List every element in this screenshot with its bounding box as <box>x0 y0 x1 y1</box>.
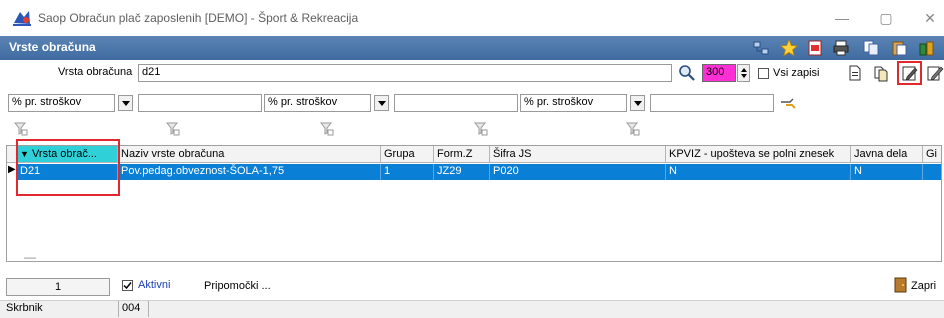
new-document-icon[interactable] <box>846 64 864 82</box>
table-cell[interactable]: JZ29 <box>434 164 490 180</box>
table-cell[interactable]: N <box>851 164 923 180</box>
data-grid: ▼ Vrsta obrač... Naziv vrste obračuna Gr… <box>6 145 942 262</box>
status-divider <box>118 301 119 317</box>
table-cell[interactable]: Pov.pedag.obveznost-ŠOLA-1,75 <box>118 164 381 180</box>
filter-combo-1-value: % pr. stroškov <box>12 96 82 108</box>
splitter-handle[interactable]: — <box>24 250 36 264</box>
filter-combo-3-value: % pr. stroškov <box>524 96 594 108</box>
column-header-kpviz[interactable]: KPVIZ - upošteva se polni znesek <box>666 146 851 163</box>
record-count-spinner[interactable] <box>737 64 750 82</box>
column-header-sifra-js[interactable]: Šifra JS <box>490 146 666 163</box>
copy-icon[interactable] <box>862 39 880 57</box>
active-label[interactable]: Aktivni <box>138 279 170 291</box>
column-header-grupa[interactable]: Grupa <box>381 146 434 163</box>
filter-input-3[interactable] <box>650 94 774 112</box>
column-header-form-z[interactable]: Form.Z <box>434 146 490 163</box>
filter-combo-3-arrow[interactable] <box>630 95 645 111</box>
status-divider <box>148 301 149 317</box>
close-panel-button[interactable]: Zapri <box>911 280 936 292</box>
books-icon[interactable] <box>918 39 936 57</box>
active-checkbox[interactable] <box>122 280 133 291</box>
edit-document-icon[interactable] <box>901 64 919 82</box>
filter-input-1[interactable] <box>138 94 262 112</box>
paste-icon[interactable] <box>890 39 908 57</box>
close-door-icon[interactable] <box>892 276 910 294</box>
table-cell[interactable]: 1 <box>381 164 434 180</box>
column-header-javna-dela[interactable]: Javna dela <box>851 146 923 163</box>
filter-input-2[interactable] <box>394 94 518 112</box>
status-label: Skrbnik <box>6 302 43 314</box>
record-count-value: 300 <box>706 66 725 78</box>
filter-combo-2-arrow[interactable] <box>374 95 389 111</box>
column-filter-icon[interactable] <box>474 122 488 136</box>
status-bar <box>0 300 944 318</box>
clear-filter-icon[interactable] <box>778 96 798 110</box>
column-header-naziv[interactable]: Naziv vrste obračuna <box>118 146 381 163</box>
record-count-input[interactable]: 300 <box>702 64 736 82</box>
filter-combo-2[interactable]: % pr. stroškov <box>264 94 371 112</box>
window-title: Saop Obračun plač zaposlenih [DEMO] - Šp… <box>38 11 359 25</box>
maximize-button[interactable]: ▢ <box>876 8 896 28</box>
filter-combo-3[interactable]: % pr. stroškov <box>520 94 627 112</box>
title-bar: Saop Obračun plač zaposlenih [DEMO] - Šp… <box>0 0 944 36</box>
search-icon[interactable] <box>678 64 696 82</box>
filter-combo-1[interactable]: % pr. stroškov <box>8 94 115 112</box>
table-cell[interactable] <box>923 164 941 180</box>
minimize-button[interactable]: — <box>832 8 852 28</box>
filter-combo-2-value: % pr. stroškov <box>268 96 338 108</box>
page-number: 1 <box>54 281 62 293</box>
filter-combo-1-arrow[interactable] <box>118 95 133 111</box>
column-filter-icon[interactable] <box>14 122 28 136</box>
checkmark-icon <box>123 282 132 290</box>
search-label: Vrsta obračuna <box>58 66 133 78</box>
column-filter-icon[interactable] <box>626 122 640 136</box>
table-cell[interactable]: P020 <box>490 164 666 180</box>
edit-all-icon[interactable] <box>926 64 944 82</box>
favorite-star-icon[interactable] <box>780 39 798 57</box>
all-records-checkbox[interactable] <box>758 68 769 79</box>
column-filter-icon[interactable] <box>166 122 180 136</box>
close-button[interactable]: ✕ <box>920 8 940 28</box>
spinner-arrows-icon <box>741 68 747 78</box>
pdf-export-icon[interactable] <box>806 39 824 57</box>
panel-header: Vrste obračuna <box>0 36 944 60</box>
column-filter-icon[interactable] <box>320 122 334 136</box>
app-logo-icon <box>13 11 31 26</box>
table-cell[interactable]: N <box>666 164 851 180</box>
column-header-gi[interactable]: Gi <box>923 146 941 163</box>
copy-document-icon[interactable] <box>872 64 890 82</box>
print-icon[interactable] <box>832 39 850 57</box>
sort-column-highlight <box>16 139 120 196</box>
search-input[interactable]: d21 <box>138 64 672 82</box>
page-number-field[interactable]: 1 <box>6 278 110 296</box>
tools-menu-button[interactable]: Pripomočki ... <box>204 280 271 292</box>
hierarchy-icon[interactable] <box>752 39 770 57</box>
panel-title: Vrste obračuna <box>9 40 96 54</box>
all-records-label: Vsi zapisi <box>773 67 820 79</box>
status-value: 004 <box>122 302 141 314</box>
